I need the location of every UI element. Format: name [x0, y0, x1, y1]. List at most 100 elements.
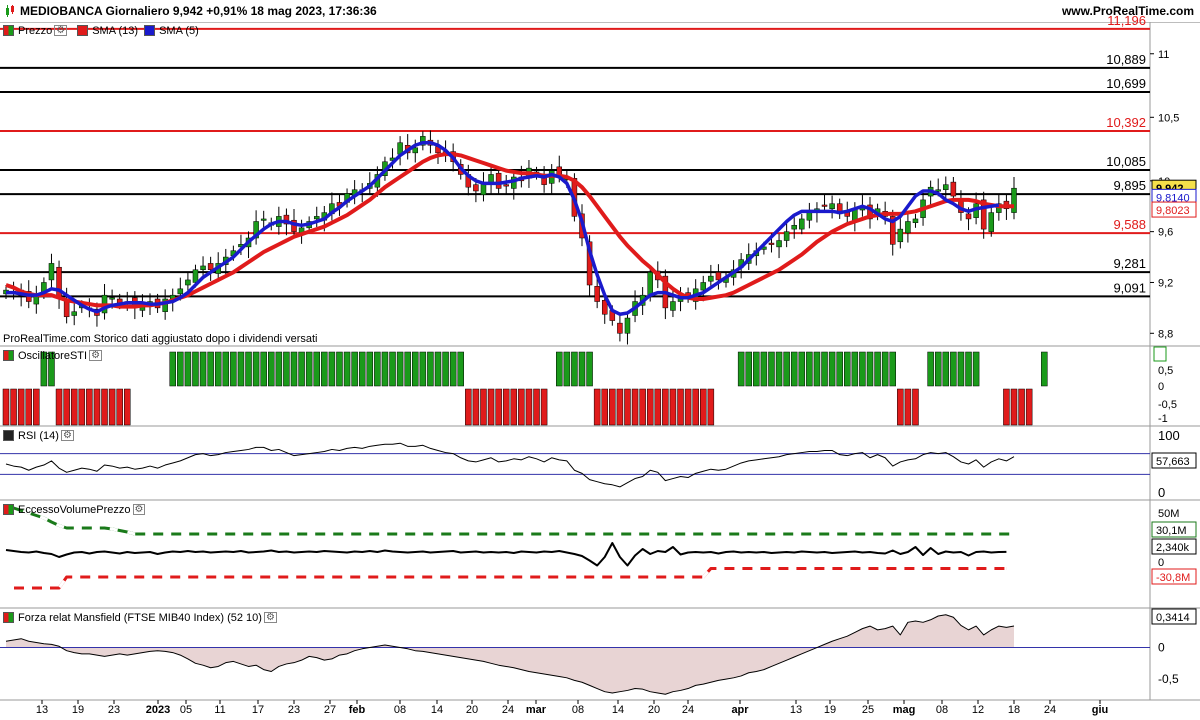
wrench-icon[interactable]: ⚙: [132, 504, 146, 515]
sti-bar-positive: [836, 351, 843, 387]
wrench-icon[interactable]: ⚙: [89, 350, 103, 361]
sti-bar-negative: [912, 388, 919, 426]
sti-bar-positive: [275, 351, 283, 387]
sti-bar-positive: [434, 351, 442, 387]
sti-bar-negative: [124, 388, 131, 426]
x-tick-label: 2023: [146, 704, 170, 716]
sti-bar-negative: [631, 388, 639, 426]
candle-body: [109, 297, 115, 300]
sti-bar-positive: [934, 351, 942, 387]
legend-price-label: Prezzo: [18, 24, 53, 37]
sti-bar-positive: [207, 351, 214, 387]
sti-bar-negative: [1025, 388, 1033, 426]
x-tick-label: 14: [612, 704, 624, 716]
sti-bar-positive: [745, 351, 752, 387]
sti-bar-negative: [116, 388, 123, 426]
rsi-legend[interactable]: RSI (14) ⚙: [3, 428, 78, 443]
volume-legend[interactable]: EccessoVolumePrezzo ⚙: [3, 502, 149, 517]
legend-price[interactable]: Prezzo ⚙: [3, 25, 71, 37]
sti-bar-positive: [260, 351, 267, 387]
sti-bar-positive: [404, 351, 411, 387]
sti-bar-negative: [525, 388, 533, 426]
sti-bar-positive: [957, 351, 965, 387]
volume-tick-label: 50M: [1158, 508, 1179, 520]
sti-bar-positive: [760, 351, 768, 387]
wrench-icon[interactable]: ⚙: [60, 430, 74, 441]
sti-bar-negative: [601, 388, 608, 426]
sti-bar-positive: [245, 351, 252, 387]
sti-bar-negative: [17, 388, 25, 426]
legend-sma5[interactable]: SMA (5): [144, 25, 199, 37]
sti-bar-positive: [775, 351, 783, 387]
volume-legend-label: EccessoVolumePrezzo: [18, 503, 131, 516]
x-tick-label: 20: [466, 704, 478, 716]
sti-bar-negative: [593, 388, 601, 426]
x-tick-label: 17: [252, 704, 264, 716]
candle-body: [200, 265, 206, 271]
candle-body: [177, 288, 184, 295]
sti-bar-positive: [328, 351, 336, 387]
x-tick-label: 23: [288, 704, 300, 716]
sti-bar-positive: [184, 351, 192, 387]
sma13-swatch-icon: [77, 25, 89, 36]
mansfield-tick-label: 0: [1158, 641, 1165, 655]
sti-bar-positive: [177, 351, 184, 387]
sma13-line: [5, 152, 1014, 309]
sti-bar-positive: [389, 351, 396, 387]
sti-bar-positive: [396, 351, 404, 387]
sti-bar-negative: [518, 388, 525, 426]
sti-bar-positive: [874, 351, 881, 387]
sti-bar-negative: [480, 388, 487, 426]
sti-bar-positive: [806, 351, 813, 387]
candle-body: [943, 184, 949, 190]
x-tick-label: 23: [108, 704, 120, 716]
sti-bar-negative: [108, 388, 116, 426]
sti-bar-negative: [487, 388, 495, 426]
sti-bar-negative: [654, 388, 662, 426]
sti-bar-positive: [305, 351, 313, 387]
volume-upper-band-gap: [5, 504, 1014, 536]
legend-sma5-label: SMA (5): [159, 24, 199, 37]
dividend-note: ProRealTime.com Storico dati aggiustato …: [3, 333, 318, 345]
sti-bar-positive: [927, 351, 934, 387]
candle-body: [768, 242, 775, 245]
x-tick-label: 08: [394, 704, 406, 716]
sti-bar-negative: [495, 388, 502, 426]
wrench-icon[interactable]: ⚙: [263, 612, 277, 623]
sti-bar-positive: [813, 351, 821, 387]
sti-bar-negative: [533, 388, 540, 426]
mansfield-legend[interactable]: Forza relat Mansfield (FTSE MIB40 Index)…: [3, 610, 281, 625]
sti-legend[interactable]: OscillatoreSTI ⚙: [3, 348, 106, 363]
level-label: 10,085: [1106, 154, 1146, 169]
sti-bar-positive: [965, 351, 972, 387]
x-tick-label: 08: [936, 704, 948, 716]
candle-body: [950, 181, 957, 197]
candle-body: [988, 212, 995, 232]
sti-bar-negative: [10, 388, 17, 426]
legend-sma13[interactable]: SMA (13): [77, 25, 138, 37]
x-tick-label: 12: [972, 704, 984, 716]
volume-upper-band: [5, 504, 1014, 536]
mansfield-swatch-icon: [3, 612, 14, 623]
rsi-legend-label: RSI (14): [18, 429, 59, 442]
x-tick-label: 25: [862, 704, 874, 716]
sti-bar-positive: [783, 351, 790, 387]
level-label: 9,895: [1113, 178, 1146, 193]
mansfield-value-badge-text: 0,3414: [1156, 612, 1190, 624]
wrench-icon[interactable]: ⚙: [54, 25, 68, 36]
sti-bar-negative: [624, 388, 631, 426]
sti-bar-positive: [268, 351, 275, 387]
sti-bar-positive: [753, 351, 760, 387]
sti-legend-label: OscillatoreSTI: [18, 349, 88, 362]
sti-bar-positive: [442, 351, 449, 387]
sti-bar-positive: [427, 351, 434, 387]
sti-bar-negative: [78, 388, 86, 426]
x-tick-label: mar: [526, 704, 547, 716]
sti-bar-positive: [199, 351, 207, 387]
rsi-line: [5, 442, 1015, 488]
volume-lower-badge-text: -30,8M: [1156, 572, 1190, 584]
sti-bar-negative: [897, 388, 904, 426]
sma13-value-badge-text: 9,8023: [1156, 205, 1190, 217]
sti-value-badge: [1153, 346, 1167, 362]
sti-bar-negative: [684, 388, 692, 426]
